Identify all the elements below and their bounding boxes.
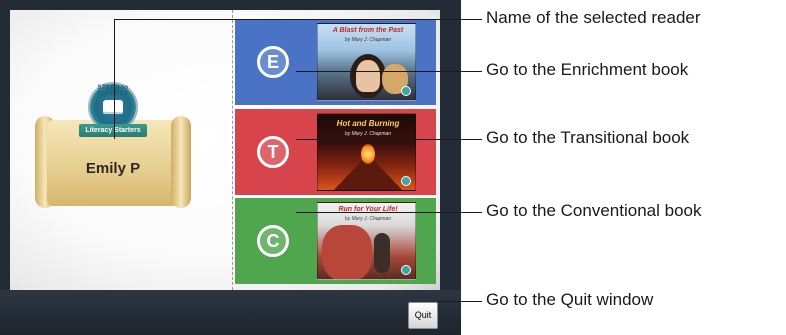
- open-book-icon: [103, 100, 123, 114]
- reader-app-window: Emily P STEPS to FLUENCY Literacy Starte…: [0, 0, 461, 335]
- bottom-bar: [0, 290, 461, 335]
- lava-glow-graphic: [361, 144, 375, 164]
- transitional-book-author: by Mary J. Chapman: [344, 131, 392, 137]
- publisher-badge-icon: [401, 86, 411, 96]
- enrichment-book-author: by Mary J. Chapman: [344, 37, 392, 43]
- enrichment-book-title: A Blast from the Past: [332, 27, 404, 34]
- callout-line-reader-name-vertical: [114, 19, 115, 139]
- publisher-badge-icon: [401, 176, 411, 186]
- conventional-book-cover[interactable]: Run for Your Life! by Mary J. Chapman: [317, 202, 416, 280]
- level-e-icon: E: [257, 46, 289, 78]
- eruption-plume-graphic: [322, 225, 372, 279]
- callout-reader-name: Name of the selected reader: [486, 8, 701, 27]
- publisher-badge-icon: [401, 265, 411, 275]
- callout-line-quit: [438, 301, 482, 302]
- runner-graphic: [374, 233, 390, 273]
- callout-quit: Go to the Quit window: [486, 290, 654, 309]
- level-t-icon: T: [257, 136, 289, 168]
- transitional-book-button[interactable]: T Hot and Burning by Mary J. Chapman: [235, 109, 436, 195]
- callout-conventional: Go to the Conventional book: [486, 201, 702, 220]
- enrichment-book-button[interactable]: E A Blast from the Past by Mary J. Chapm…: [235, 19, 436, 105]
- callout-line-reader-name: [114, 19, 482, 20]
- level-c-icon: C: [257, 225, 289, 257]
- quit-button[interactable]: Quit: [408, 302, 438, 329]
- callout-line-transitional: [296, 139, 482, 140]
- girl-face-graphic: [356, 60, 380, 92]
- callout-transitional: Go to the Transitional book: [486, 128, 690, 147]
- transitional-book-title: Hot and Burning: [336, 119, 400, 128]
- logo-seal-text: STEPS to FLUENCY: [97, 85, 129, 97]
- transitional-book-cover[interactable]: Hot and Burning by Mary J. Chapman: [317, 113, 416, 191]
- selected-reader-name: Emily P: [85, 160, 141, 177]
- callout-line-enrichment: [296, 71, 482, 72]
- callout-enrichment: Go to the Enrichment book: [486, 60, 689, 79]
- enrichment-book-cover[interactable]: A Blast from the Past by Mary J. Chapman: [317, 23, 416, 101]
- logo-banner: Literacy Starters: [79, 124, 147, 137]
- panel-divider: [232, 10, 233, 290]
- callout-line-conventional: [296, 212, 482, 213]
- conventional-book-button[interactable]: C Run for Your Life! by Mary J. Chapman: [235, 198, 436, 284]
- conventional-book-author: by Mary J. Chapman: [344, 216, 392, 222]
